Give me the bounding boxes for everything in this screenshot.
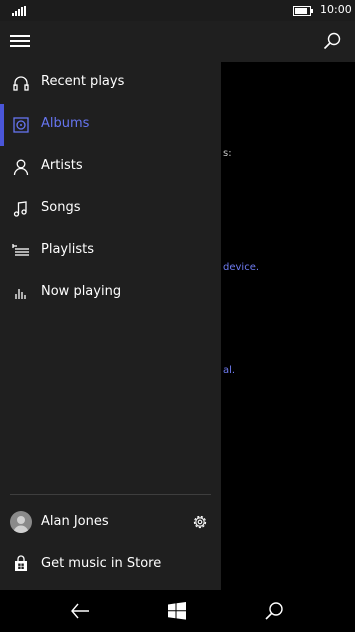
navigation-drawer: Recent plays Albums Artists Songs Playli… xyxy=(0,62,221,590)
divider xyxy=(10,494,211,495)
status-bar: 10:00 xyxy=(0,0,355,21)
clock: 10:00 xyxy=(320,3,352,16)
nav-item-playlists[interactable]: Playlists xyxy=(0,230,221,272)
get-music-in-store-button[interactable]: Get music in Store xyxy=(0,543,221,585)
windows-start-icon[interactable] xyxy=(165,599,189,623)
nav-item-label: Albums xyxy=(41,116,90,131)
store-label: Get music in Store xyxy=(41,556,162,571)
search-icon[interactable] xyxy=(262,599,286,623)
signal-strength-icon xyxy=(12,6,26,16)
nav-item-label: Songs xyxy=(41,200,81,215)
equalizer-icon xyxy=(15,289,26,299)
nav-item-albums[interactable]: Albums xyxy=(0,104,221,146)
nav-item-recent-plays[interactable]: Recent plays xyxy=(0,62,221,104)
background-link[interactable]: al. xyxy=(223,365,235,376)
nav-item-label: Recent plays xyxy=(41,74,125,89)
avatar xyxy=(10,511,32,533)
nav-item-songs[interactable]: Songs xyxy=(0,188,221,230)
search-icon[interactable] xyxy=(321,30,343,52)
app-header xyxy=(0,21,355,62)
headphones-icon xyxy=(13,76,29,91)
album-icon xyxy=(13,117,29,133)
nav-item-label: Playlists xyxy=(41,242,94,257)
hamburger-menu-icon[interactable] xyxy=(10,35,30,47)
user-name: Alan Jones xyxy=(41,514,109,529)
back-arrow-icon[interactable] xyxy=(68,599,92,623)
nav-item-now-playing[interactable]: Now playing xyxy=(0,272,221,314)
nav-item-artists[interactable]: Artists xyxy=(0,146,221,188)
battery-icon xyxy=(293,6,313,16)
nav-item-label: Artists xyxy=(41,158,83,173)
background-content: s: device. al. xyxy=(221,62,355,590)
background-text: s: xyxy=(223,148,232,159)
nav-item-label: Now playing xyxy=(41,284,122,299)
selection-indicator xyxy=(0,104,4,146)
system-navigation-bar xyxy=(0,590,355,632)
store-bag-icon xyxy=(15,555,27,571)
settings-gear-icon[interactable] xyxy=(191,513,209,531)
person-icon xyxy=(13,159,29,176)
background-link[interactable]: device. xyxy=(223,262,259,273)
user-account-row[interactable]: Alan Jones xyxy=(0,501,221,543)
playlist-icon xyxy=(12,244,29,256)
music-note-icon xyxy=(13,201,27,217)
